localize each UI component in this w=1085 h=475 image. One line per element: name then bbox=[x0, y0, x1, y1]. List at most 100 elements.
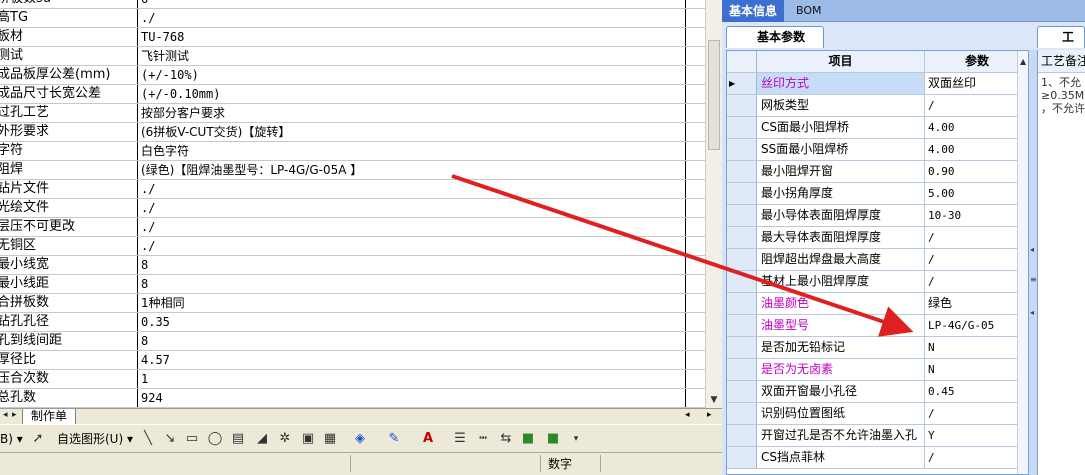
sheet-cell-value[interactable]: 4.57 bbox=[138, 351, 686, 369]
grid-cell-param[interactable]: 绿色 bbox=[925, 293, 1028, 314]
column-header-param[interactable]: 参数 bbox=[925, 51, 1028, 72]
sheet-cell-value[interactable]: 8 bbox=[138, 275, 686, 293]
grid-cell-item[interactable]: 丝印方式 bbox=[757, 73, 925, 94]
sheet-cell-label[interactable]: 板材 bbox=[0, 28, 138, 46]
column-header-item[interactable]: 项目 bbox=[757, 51, 925, 72]
sheet-vertical-scrollbar[interactable]: ▼ bbox=[705, 0, 722, 408]
grid-row[interactable]: 阻焊超出焊盘最大高度 / bbox=[727, 249, 1028, 271]
sheet-row[interactable]: 测试飞针测试 bbox=[0, 47, 705, 66]
grid-cell-item[interactable]: 最小导体表面阻焊厚度 bbox=[757, 205, 925, 226]
row-selector[interactable] bbox=[727, 249, 757, 270]
sheet-row[interactable]: 总孔数 924 bbox=[0, 389, 705, 408]
3d-icon[interactable]: ■ bbox=[545, 431, 561, 447]
grid-row[interactable]: 油墨型号 LP-4G/G-05 bbox=[727, 315, 1028, 337]
grid-cell-param[interactable]: 4.00 bbox=[925, 117, 1028, 138]
grid-cell-item[interactable]: 最大导体表面阻焊厚度 bbox=[757, 227, 925, 248]
select-pointer-icon[interactable]: ➚ bbox=[30, 431, 46, 447]
sheet-cell-label[interactable]: 孔到线间距 bbox=[0, 332, 138, 350]
sheet-cell-value[interactable]: 0.35 bbox=[138, 313, 686, 331]
sheet-cell-label[interactable]: 测试 bbox=[0, 47, 138, 65]
sheet-cell-value[interactable]: TU-768 bbox=[138, 28, 686, 46]
grid-row[interactable]: 是否加无铅标记 N bbox=[727, 337, 1028, 359]
scroll-down-icon[interactable]: ▼ bbox=[707, 393, 721, 407]
row-selector[interactable] bbox=[727, 205, 757, 226]
sheet-cell-label[interactable]: 层压不可更改 bbox=[0, 218, 138, 236]
grid-cell-item[interactable]: SS面最小阻焊桥 bbox=[757, 139, 925, 160]
grid-row[interactable]: 最大导体表面阻焊厚度 / bbox=[727, 227, 1028, 249]
sheet-cell-value[interactable]: ./ bbox=[138, 9, 686, 27]
sheet-cell-label[interactable]: 成品板厚公差(mm) bbox=[0, 66, 138, 84]
sheet-cell-value[interactable]: (+/-0.10mm) bbox=[138, 85, 686, 103]
scroll-up-icon[interactable]: ▲ bbox=[1020, 57, 1026, 66]
grid-cell-item[interactable]: 开窗过孔是否不允许油墨入孔 bbox=[757, 425, 925, 446]
sheet-row[interactable]: 板材TU-768 bbox=[0, 28, 705, 47]
sheet-cell-value[interactable]: 924 bbox=[138, 389, 686, 407]
grid-cell-item[interactable]: 最小拐角厚度 bbox=[757, 183, 925, 204]
scroll-left-icon[interactable]: ◂ bbox=[685, 410, 690, 420]
sheet-cell-value[interactable]: (+/-10%) bbox=[138, 66, 686, 84]
grid-row[interactable]: 最小导体表面阻焊厚度 10-30 bbox=[727, 205, 1028, 227]
sheet-cell-label[interactable]: 压合次数 bbox=[0, 370, 138, 388]
grid-row[interactable]: 双面开窗最小孔径 0.45 bbox=[727, 381, 1028, 403]
sheet-cell-label[interactable]: 钻片文件 bbox=[0, 180, 138, 198]
row-selector[interactable] bbox=[727, 271, 757, 292]
row-selector[interactable] bbox=[727, 403, 757, 424]
tab-bom[interactable]: BOM bbox=[796, 0, 822, 22]
sheet-cell-label[interactable]: 阻焊 bbox=[0, 161, 138, 179]
grid-cell-item[interactable]: 最小阻焊开窗 bbox=[757, 161, 925, 182]
params-grid[interactable]: 项目 参数 ▶ 丝印方式 双面丝印 网板类型 / CS面最小阻焊桥 4.00 SS面最小阻焊桥… bbox=[726, 50, 1029, 475]
grid-cell-param[interactable]: 0.45 bbox=[925, 381, 1028, 402]
row-selector[interactable] bbox=[727, 117, 757, 138]
sheet-row[interactable]: 压合次数 1 bbox=[0, 370, 705, 389]
sheet-cell-label[interactable]: 外形要求 bbox=[0, 123, 138, 141]
grid-cell-param[interactable]: / bbox=[925, 95, 1028, 116]
fill-color-icon[interactable]: ◈ bbox=[352, 431, 368, 447]
grid-cell-param[interactable]: Y bbox=[925, 425, 1028, 446]
arrow-style-icon[interactable]: ⇆ bbox=[498, 431, 514, 447]
sheet-cell-label[interactable]: 合拼板数 bbox=[0, 294, 138, 312]
grid-cell-item[interactable]: 双面开窗最小孔径 bbox=[757, 381, 925, 402]
sheet-cell-value[interactable]: ./ bbox=[138, 237, 686, 255]
row-selector[interactable]: ▶ bbox=[727, 73, 757, 94]
grid-cell-item[interactable]: 是否为无卤素 bbox=[757, 359, 925, 380]
grid-row[interactable]: 基材上最小阻焊厚度 / bbox=[727, 271, 1028, 293]
toolbar-options-icon[interactable]: ▾ bbox=[568, 431, 584, 447]
sheet-row[interactable]: 高TG ./ bbox=[0, 9, 705, 28]
tab-basic-info[interactable]: 基本信息 bbox=[722, 0, 784, 22]
dash-style-icon[interactable]: ┅ bbox=[475, 431, 491, 447]
sheet-cell-value[interactable]: ./ bbox=[138, 218, 686, 236]
sheet-tab[interactable]: 制作单 bbox=[22, 409, 77, 425]
sheet-row[interactable]: 字符白色字符 bbox=[0, 142, 705, 161]
textbox-icon[interactable]: ▤ bbox=[230, 431, 246, 447]
sheet-row[interactable]: 成品尺寸长宽公差 (+/-0.10mm) bbox=[0, 85, 705, 104]
sheet-row[interactable]: 最小线宽 8 bbox=[0, 256, 705, 275]
grid-cell-item[interactable]: 网板类型 bbox=[757, 95, 925, 116]
row-selector[interactable] bbox=[727, 293, 757, 314]
grid-cell-param[interactable]: 0.90 bbox=[925, 161, 1028, 182]
row-selector[interactable] bbox=[727, 161, 757, 182]
sheet-cell-value[interactable]: (绿色)【阻焊油墨型号：LP-4G/G-05A 】 bbox=[138, 161, 686, 179]
picture-icon[interactable]: ▦ bbox=[322, 431, 338, 447]
grid-row[interactable]: SS面最小阻焊桥 4.00 bbox=[727, 139, 1028, 161]
row-selector[interactable] bbox=[727, 227, 757, 248]
grid-cell-param[interactable]: LP-4G/G-05 bbox=[925, 315, 1028, 336]
sheet-cell-label[interactable]: 过孔工艺 bbox=[0, 104, 138, 122]
clipart-icon[interactable]: ▣ bbox=[300, 431, 316, 447]
arrow-line-icon[interactable]: ↘ bbox=[162, 431, 178, 447]
grid-cell-param[interactable]: 双面丝印 bbox=[925, 73, 1028, 94]
splitter-left-icon[interactable]: ◂ bbox=[1030, 245, 1034, 254]
sheet-cell-label[interactable]: 高TG bbox=[0, 9, 138, 27]
grid-row[interactable]: CS面最小阻焊桥 4.00 bbox=[727, 117, 1028, 139]
grid-row[interactable]: 开窗过孔是否不允许油墨入孔 Y bbox=[727, 425, 1028, 447]
sheet-cell-value[interactable]: 6 bbox=[138, 0, 686, 8]
sheet-cell-label[interactable]: 最小线距 bbox=[0, 275, 138, 293]
grid-cell-item[interactable]: CS挡点菲林 bbox=[757, 447, 925, 468]
grid-cell-param[interactable]: / bbox=[925, 271, 1028, 292]
sheet-cell-value[interactable]: 按部分客户要求 bbox=[138, 104, 686, 122]
grid-cell-param[interactable]: N bbox=[925, 337, 1028, 358]
scroll-right-icon[interactable]: ▸ bbox=[707, 410, 712, 420]
grid-cell-param[interactable]: 5.00 bbox=[925, 183, 1028, 204]
sheet-row[interactable]: 无铜区 ./ bbox=[0, 237, 705, 256]
sheet-cell-value[interactable]: (6拼板V-CUT交货)【旋转】 bbox=[138, 123, 686, 141]
sheet-cell-value[interactable]: 白色字符 bbox=[138, 142, 686, 160]
